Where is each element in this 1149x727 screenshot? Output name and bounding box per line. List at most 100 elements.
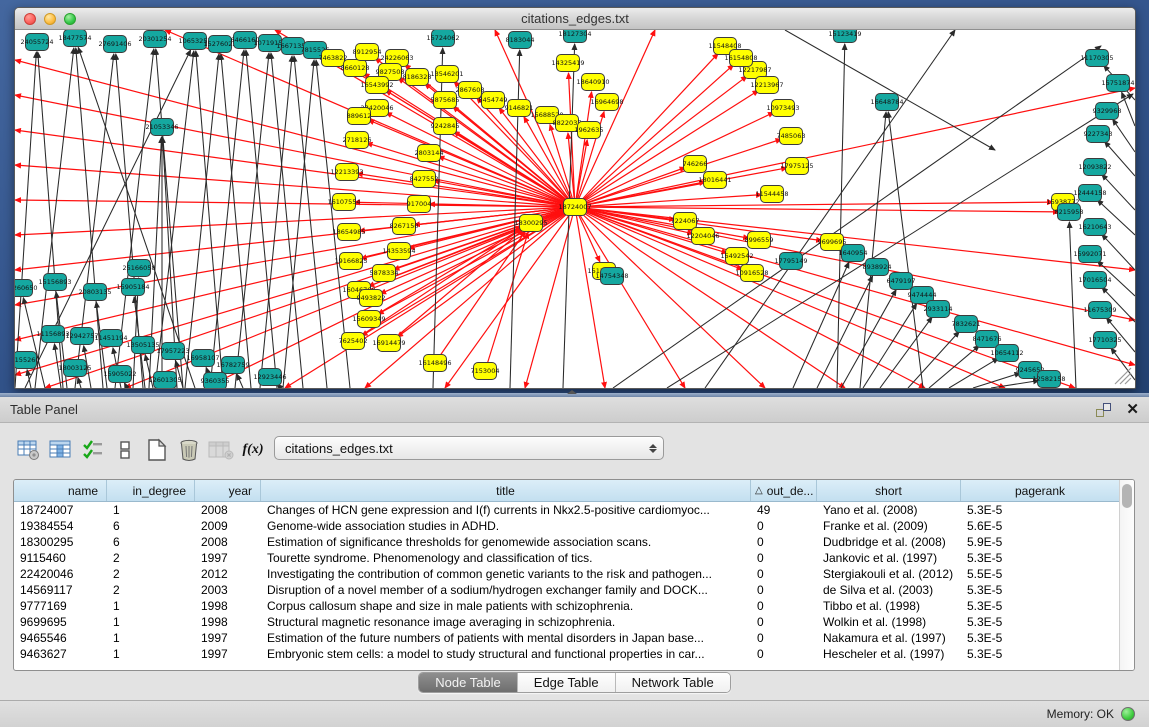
table-cell[interactable]: Disruption of a novel member of a sodium… bbox=[261, 582, 751, 598]
graph-node[interactable]: 16154808 bbox=[724, 50, 757, 67]
graph-node[interactable]: 11544458 bbox=[755, 186, 788, 203]
table-row[interactable]: 1938455462009Genome-wide association stu… bbox=[14, 518, 1119, 534]
table-row[interactable]: 2242004622012Investigating the contribut… bbox=[14, 566, 1119, 582]
resize-grip-icon[interactable] bbox=[1120, 373, 1131, 384]
panel-splitter[interactable] bbox=[0, 393, 1149, 397]
table-cell[interactable]: 1 bbox=[107, 630, 195, 646]
table-cell[interactable]: 0 bbox=[751, 646, 817, 662]
graph-node[interactable]: 8996559 bbox=[745, 232, 774, 249]
graph-node[interactable]: 12601305 bbox=[148, 372, 181, 389]
graph-node[interactable]: 17975125 bbox=[780, 158, 813, 175]
citation-edge-red[interactable] bbox=[575, 207, 1005, 388]
citation-network-graph[interactable]: 1872400718300295240557241847757427691406… bbox=[15, 30, 1135, 388]
graph-node[interactable]: 16958107 bbox=[186, 350, 219, 367]
graph-node[interactable]: 10973493 bbox=[766, 100, 799, 117]
citation-edge-black[interactable] bbox=[185, 54, 219, 388]
graph-node[interactable]: 12582158 bbox=[1032, 371, 1065, 388]
table-cell[interactable]: 49 bbox=[751, 502, 817, 518]
graph-node[interactable]: 8427552 bbox=[410, 171, 439, 188]
float-panel-icon[interactable] bbox=[1096, 402, 1112, 418]
graph-node[interactable]: 16914479 bbox=[372, 335, 405, 352]
graph-node[interactable]: 8183044 bbox=[506, 32, 535, 49]
citation-edge-black[interactable] bbox=[785, 30, 995, 150]
graph-node[interactable]: 24055724 bbox=[20, 34, 53, 51]
graph-node[interactable]: 12213393 bbox=[330, 164, 363, 181]
table-cell[interactable]: 1998 bbox=[195, 598, 261, 614]
graph-node[interactable]: 13546201 bbox=[430, 66, 463, 83]
graph-node[interactable]: 11170305 bbox=[1080, 50, 1113, 67]
table-row[interactable]: 1830029562008Estimation of significance … bbox=[14, 534, 1119, 550]
graph-node[interactable]: 14353594 bbox=[382, 243, 415, 260]
table-cell[interactable]: 5.3E-5 bbox=[961, 582, 1119, 598]
table-cell[interactable]: 1997 bbox=[195, 550, 261, 566]
citation-edge-black[interactable] bbox=[237, 374, 243, 388]
table-cell[interactable]: Structural magnetic resonance image aver… bbox=[261, 614, 751, 630]
table-row[interactable]: 1872400712008Changes of HCN gene express… bbox=[14, 502, 1119, 518]
function-builder-icon[interactable]: f(x) bbox=[238, 436, 268, 464]
graph-node[interactable]: 8912954 bbox=[353, 44, 382, 61]
table-cell[interactable]: Embryonic stem cells: a model to study s… bbox=[261, 646, 751, 662]
table-cell[interactable]: Investigating the contribution of common… bbox=[261, 566, 751, 582]
table-cell[interactable]: 5.9E-5 bbox=[961, 534, 1119, 550]
graph-node[interactable]: 5875685 bbox=[431, 92, 460, 109]
graph-node[interactable]: 8660128 bbox=[341, 60, 370, 77]
graph-node[interactable]: 12093822 bbox=[1078, 159, 1111, 176]
table-cell[interactable]: 0 bbox=[751, 550, 817, 566]
citation-edge-red[interactable] bbox=[15, 95, 575, 207]
table-cell[interactable]: Jankovic et al. (1997) bbox=[817, 550, 961, 566]
citation-edge-black[interactable] bbox=[880, 317, 932, 388]
citation-edge-black[interactable] bbox=[1113, 119, 1135, 152]
citation-edge-black[interactable] bbox=[1102, 174, 1135, 210]
table-cell[interactable]: 1 bbox=[107, 614, 195, 630]
column-header-name[interactable]: name bbox=[14, 480, 107, 501]
graph-node[interactable]: 9227343 bbox=[1084, 126, 1113, 143]
table-cell[interactable]: 0 bbox=[751, 518, 817, 534]
citation-edge-red[interactable] bbox=[575, 207, 1059, 212]
citation-edge-black[interactable] bbox=[196, 51, 223, 388]
citation-edge-red[interactable] bbox=[393, 207, 575, 270]
column-header-out_de-[interactable]: △out_de... bbox=[751, 480, 817, 501]
table-cell[interactable]: Hescheler et al. (1997) bbox=[817, 646, 961, 662]
column-header-in_degree[interactable]: in_degree bbox=[107, 480, 195, 501]
citation-edge-red[interactable] bbox=[205, 207, 575, 388]
graph-node[interactable]: 18477574 bbox=[58, 30, 91, 47]
graph-node[interactable]: 9146821 bbox=[505, 100, 534, 117]
citation-edge-black[interactable] bbox=[23, 298, 45, 388]
table-cell[interactable]: 2012 bbox=[195, 566, 261, 582]
graph-node[interactable]: 18654985 bbox=[332, 224, 365, 241]
table-cell[interactable]: Nakamura et al. (1997) bbox=[817, 630, 961, 646]
table-cell[interactable]: Estimation of the future numbers of pati… bbox=[261, 630, 751, 646]
graph-node[interactable]: 746266 bbox=[683, 156, 708, 173]
citation-edge-black[interactable] bbox=[156, 49, 183, 388]
table-cell[interactable]: Estimation of significance thresholds fo… bbox=[261, 534, 751, 550]
graph-node[interactable]: 8938924 bbox=[863, 259, 892, 276]
graph-node[interactable]: 2933114 bbox=[924, 301, 953, 318]
table-cell[interactable]: 2 bbox=[107, 582, 195, 598]
table-cell[interactable]: 14569117 bbox=[14, 582, 107, 598]
table-cell[interactable]: Corpus callosum shape and size in male p… bbox=[261, 598, 751, 614]
table-cell[interactable]: 5.3E-5 bbox=[961, 614, 1119, 630]
graph-node[interactable]: 15123419 bbox=[828, 30, 861, 43]
table-cell[interactable]: Tourette syndrome. Phenomenology and cla… bbox=[261, 550, 751, 566]
table-cell[interactable]: 2009 bbox=[195, 518, 261, 534]
table-cell[interactable]: 0 bbox=[751, 630, 817, 646]
citation-edge-black[interactable] bbox=[793, 262, 849, 388]
graph-node[interactable]: 1962635 bbox=[575, 122, 604, 139]
citation-edge-red[interactable] bbox=[15, 207, 575, 235]
table-cell[interactable]: 2 bbox=[107, 566, 195, 582]
graph-node[interactable]: 12444158 bbox=[1073, 185, 1106, 202]
graph-node[interactable]: 9155260 bbox=[15, 352, 39, 369]
table-cell[interactable]: 5.3E-5 bbox=[961, 550, 1119, 566]
graph-node[interactable]: 27691406 bbox=[98, 36, 131, 53]
table-cell[interactable]: 5.3E-5 bbox=[961, 646, 1119, 662]
graph-node[interactable]: 15724062 bbox=[426, 30, 459, 47]
table-cell[interactable]: 2008 bbox=[195, 502, 261, 518]
graph-node[interactable]: 11451194 bbox=[94, 330, 127, 347]
show-columns-icon[interactable] bbox=[46, 436, 76, 464]
graph-node[interactable]: 7485063 bbox=[777, 128, 806, 145]
graph-node[interactable]: 16648784 bbox=[870, 94, 903, 111]
graph-node[interactable]: 9360355 bbox=[201, 373, 230, 389]
table-cell[interactable]: 19384554 bbox=[14, 518, 107, 534]
graph-node[interactable]: 10654112 bbox=[990, 345, 1023, 362]
graph-node[interactable]: 17795149 bbox=[774, 253, 807, 270]
